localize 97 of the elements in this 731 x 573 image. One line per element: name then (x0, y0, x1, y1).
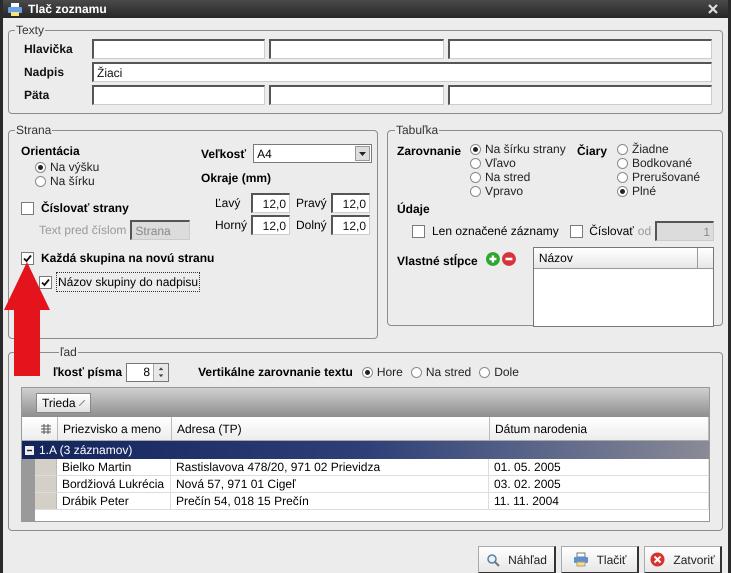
radio-button[interactable] (35, 176, 46, 186)
radio-button[interactable] (410, 366, 422, 378)
table-cell: Prečín 54, 018 15 Prečín (171, 493, 489, 509)
radio-button[interactable] (470, 158, 481, 168)
group-title: Texty (15, 22, 46, 39)
radio-label: Vľavo (485, 155, 516, 172)
radio-label: Bodkované (632, 155, 692, 172)
radio-label: Vpravo (485, 183, 524, 200)
radio-button[interactable] (617, 172, 628, 182)
column-header[interactable]: Priezvisko a meno (58, 417, 172, 440)
text-field[interactable] (448, 39, 712, 59)
field-label: Ľavý (215, 195, 242, 212)
group-title: Tabuľka (395, 122, 440, 139)
section-label: Údaje (397, 201, 431, 218)
remove-icon[interactable] (502, 252, 516, 266)
table-cell: 03. 02. 2005 (489, 476, 709, 492)
text-field[interactable] (92, 39, 265, 59)
radio-button[interactable] (470, 172, 481, 182)
radio-button[interactable] (479, 366, 490, 378)
magnifier-icon (486, 552, 500, 566)
text-field[interactable] (92, 85, 265, 105)
collapse-toggle-icon[interactable] (25, 446, 34, 454)
dialog-button[interactable]: Tlačiť (561, 546, 639, 573)
text-field[interactable] (269, 39, 444, 59)
section-label: Zarovnanie (397, 143, 462, 160)
field-label: ľkosť písma (53, 364, 122, 381)
checkbox[interactable] (39, 276, 52, 288)
radio-label: Na šírku (50, 174, 95, 190)
field-label: Vertikálne zarovnanie textu (198, 364, 353, 381)
radio-label: Na stred (485, 169, 530, 186)
checkbox[interactable] (21, 252, 34, 264)
dialog-button[interactable]: Náhľad (478, 546, 556, 573)
section-label: Vlastné stĺpce (397, 252, 479, 270)
text-field[interactable] (269, 85, 444, 105)
radio-label: Prerušované (632, 169, 700, 186)
field-label: Päta (24, 87, 50, 104)
checkbox-label: Len označené záznamy (432, 223, 560, 240)
field-label: Hlavička (24, 41, 74, 58)
group-title: Strana (15, 122, 52, 139)
window-title: Tlač zoznamu (28, 1, 107, 18)
checkbox-label: Číslovať strany (41, 200, 129, 217)
column-header[interactable]: Adresa (TP) (172, 417, 490, 440)
text-field[interactable]: 12,0 (331, 193, 370, 213)
field-label: Veľkosť (201, 146, 246, 162)
printer-icon (572, 552, 589, 567)
size-dropdown[interactable]: A4 (253, 144, 372, 163)
radio-label: Na šírku strany (485, 141, 566, 158)
field-label: Dolný (295, 217, 328, 234)
checkbox[interactable] (412, 224, 425, 238)
radio-button[interactable] (617, 158, 628, 168)
text-field[interactable]: 12,0 (251, 193, 290, 213)
text-field[interactable]: 12,0 (331, 215, 370, 235)
field-label: od (638, 223, 652, 240)
radio-button[interactable] (617, 144, 628, 154)
radio-button[interactable] (470, 144, 481, 154)
checkbox-label: Číslovať (589, 223, 634, 240)
section-label: Okraje (mm) (201, 170, 272, 187)
table-cell: Bielko Martin (57, 459, 171, 475)
close-icon[interactable] (708, 4, 718, 14)
group-row[interactable]: 1.A (3 záznamov) (22, 441, 709, 459)
table-cell: Drábik Peter (57, 493, 171, 509)
text-field[interactable]: 12,0 (251, 215, 290, 235)
radio-button[interactable] (35, 162, 46, 172)
radio-label: Žiadne (632, 141, 669, 158)
table-cell: 11. 11. 2004 (489, 493, 709, 509)
table-cell: Nová 57, 971 01 Cigeľ (171, 476, 489, 492)
radio-label: Hore (376, 364, 403, 381)
printer-icon (7, 2, 23, 16)
section-label: Čiary (577, 143, 608, 160)
field-label: Nadpis (24, 64, 66, 81)
columns-icon[interactable] (38, 422, 52, 436)
text-field[interactable] (448, 85, 712, 105)
section-label: Orientácia (21, 143, 81, 160)
radio-label: Dole (494, 364, 519, 381)
radio-label: Na výšku (50, 159, 100, 176)
column-header[interactable]: Dátum narodenia (490, 417, 709, 440)
add-icon[interactable] (486, 252, 500, 266)
radio-button[interactable] (617, 186, 628, 196)
close-icon (650, 552, 666, 567)
group-title: ľad (59, 344, 78, 361)
radio-button[interactable] (362, 366, 373, 378)
group-label: 1.A (3 záznamov) (39, 442, 132, 459)
field-label: Horný (215, 217, 248, 234)
table-cell: Bordžiová Lukrécia (57, 476, 171, 492)
table-cell: Rastislavova 478/20, 971 02 Prievidza (171, 459, 489, 475)
field-label: Text pred číslom (39, 222, 126, 239)
field-label: Pravý (295, 195, 328, 212)
checkbox-label: Názov skupiny do nadpisu (56, 272, 200, 292)
radio-label: Na stred (426, 364, 472, 381)
font-size-spinner[interactable]: 8 (126, 362, 170, 382)
dialog-button[interactable]: Zatvoriť (644, 546, 722, 573)
text-field[interactable]: Žiaci (92, 62, 712, 82)
table-cell: 01. 05. 2005 (489, 459, 709, 475)
checkbox-label: Každá skupina na novú stranu (41, 250, 214, 267)
group-by-chip[interactable]: Trieda (36, 392, 91, 412)
radio-button[interactable] (470, 186, 481, 196)
radio-label: Plné (632, 183, 656, 200)
